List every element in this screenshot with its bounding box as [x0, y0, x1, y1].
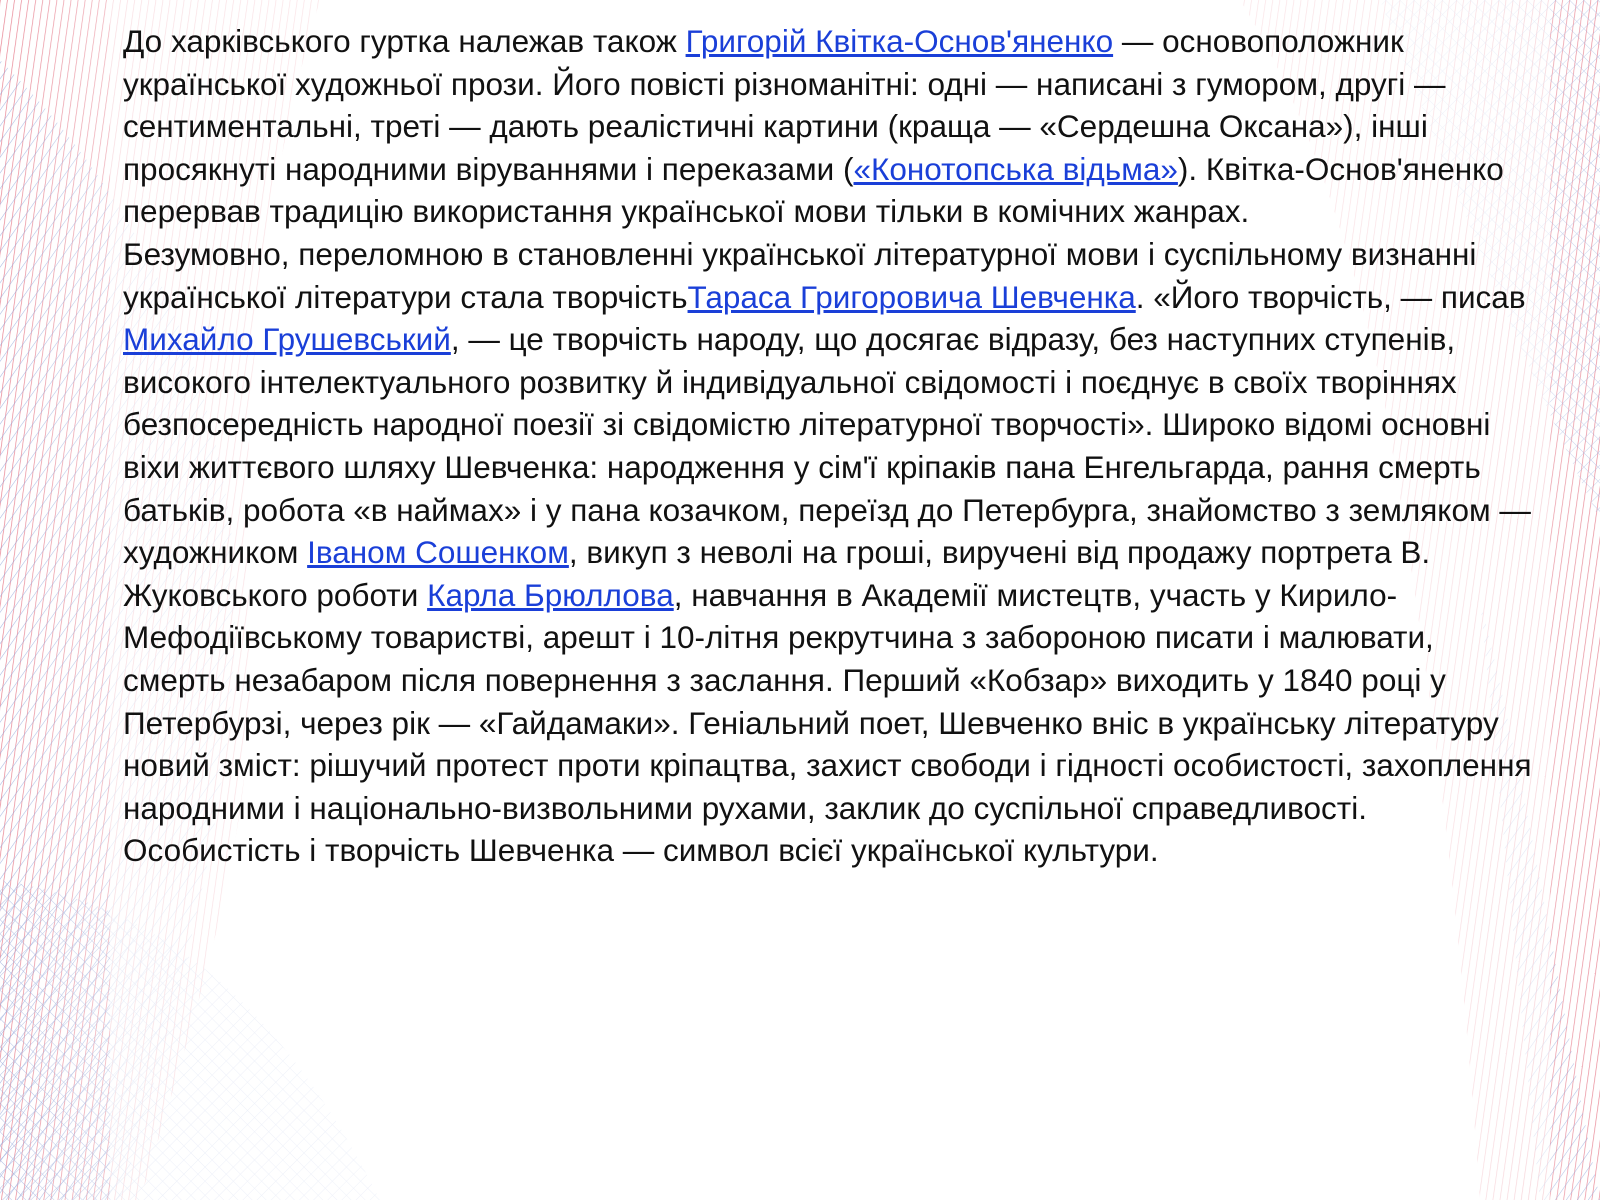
link-kvitka-osnovianenko[interactable]: Григорій Квітка-Основ'яненко [686, 23, 1114, 59]
paragraph-kvitka: До харківського гуртка належав також Гри… [123, 20, 1543, 233]
link-karl-briullov[interactable]: Карла Брюллова [427, 577, 674, 613]
slide-text-body: До харківського гуртка належав також Гри… [123, 20, 1543, 872]
link-konotopska-vidma[interactable]: «Конотопська відьма» [854, 151, 1178, 187]
link-ivan-soshenko[interactable]: Іваном Сошенком [307, 534, 569, 570]
slide: До харківського гуртка належав також Гри… [0, 0, 1600, 1200]
text-span: , навчання в Академії мистецтв, участь у… [123, 576, 1532, 869]
link-mykhailo-hrushevskyi[interactable]: Михайло Грушевський [123, 321, 451, 357]
paragraph-shevchenko: Безумовно, переломною в становленні укра… [123, 233, 1543, 872]
text-span: До харківського гуртка належав також [123, 23, 686, 59]
text-span: . «Його творчість, — писав [1135, 278, 1526, 315]
link-taras-shevchenko[interactable]: Тараса Григоровича Шевченка [688, 279, 1136, 315]
text-span: , — це творчість народу, що досягає відр… [123, 321, 1531, 571]
